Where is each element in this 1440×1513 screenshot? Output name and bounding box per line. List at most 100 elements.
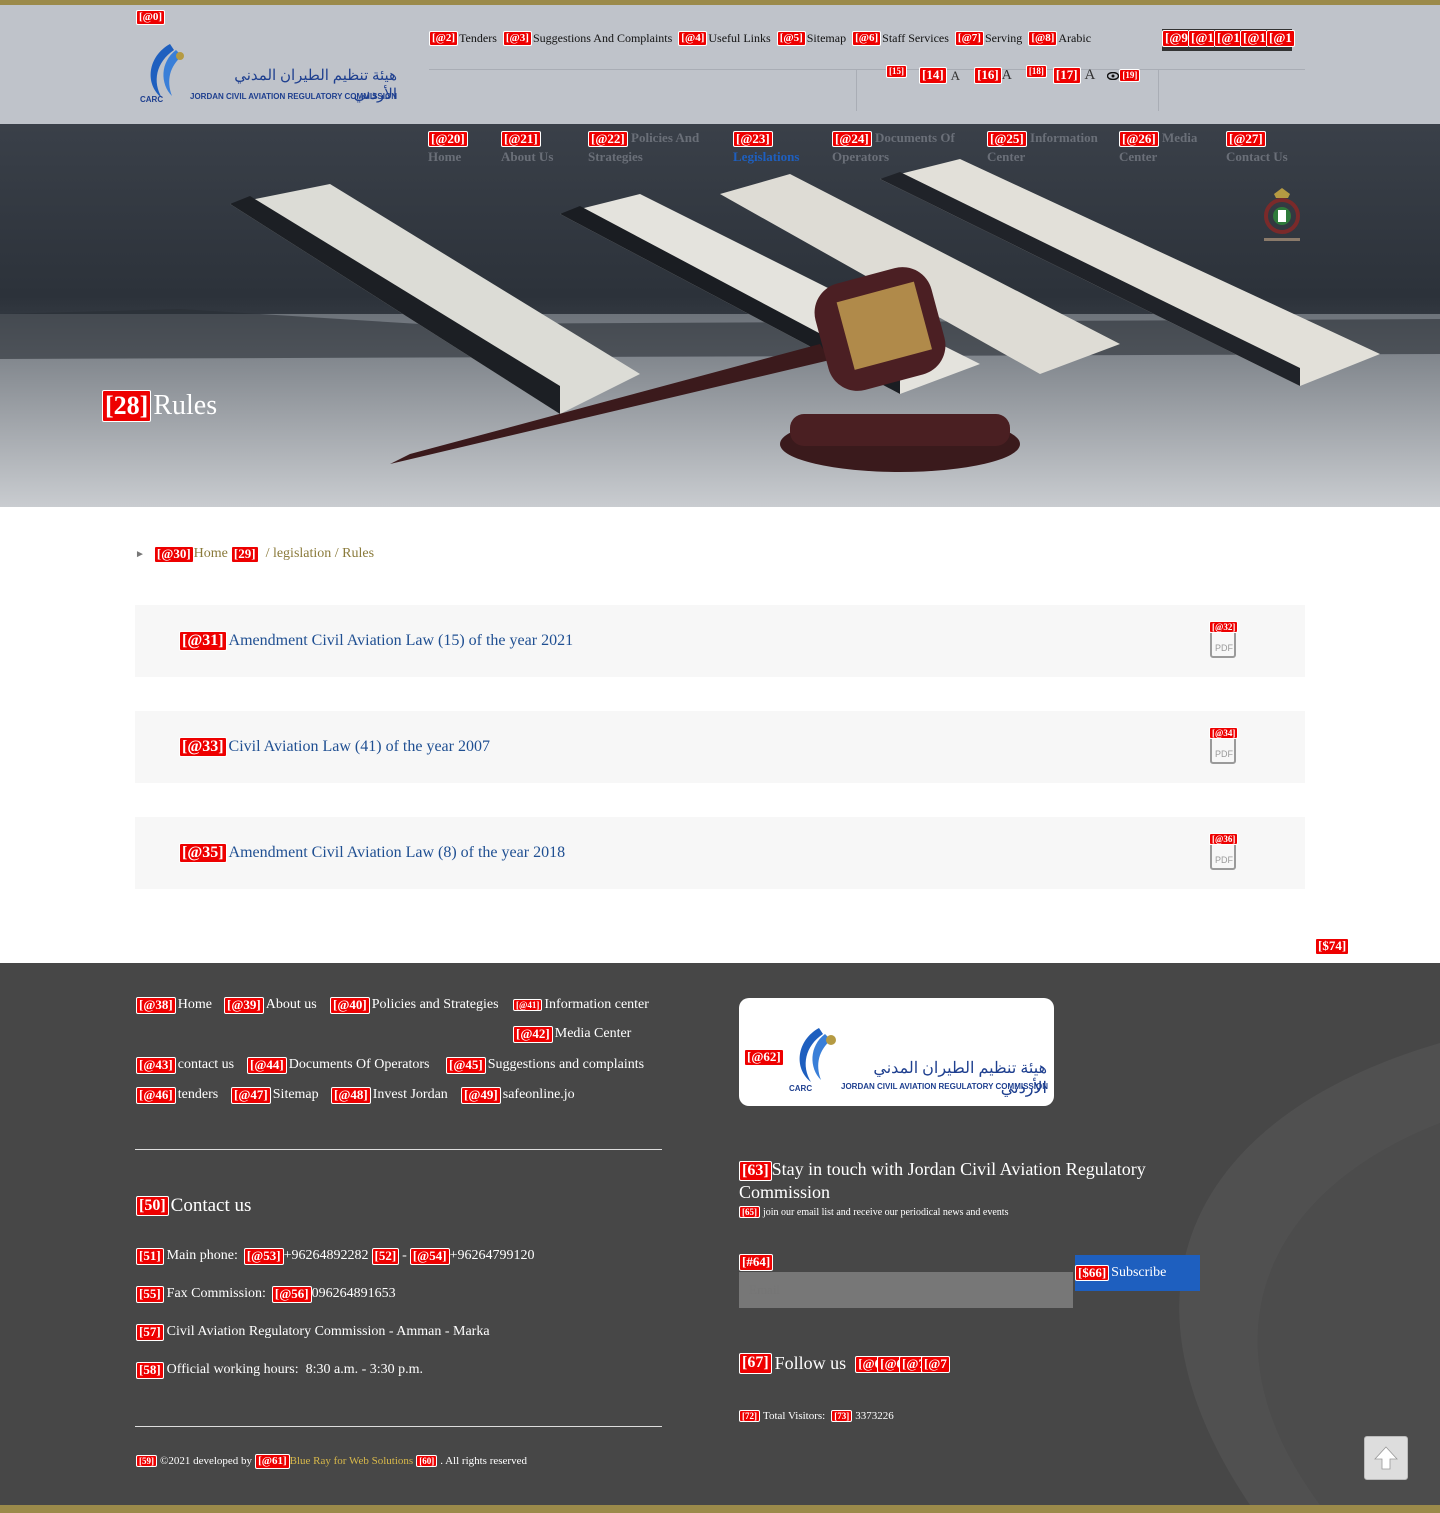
footer-link-safeonline[interactable]: [@49] safeonline.jo [461,1087,575,1104]
accessibility-widget-badge[interactable]: [$74] [1315,938,1350,955]
logo-english-text: JORDAN CIVIL AVIATION REGULATORY COMMISS… [190,92,397,101]
top-link-sitemap[interactable]: [@5] Sitemap [776,31,846,46]
top-link-suggestions[interactable]: [@3] Suggestions And Complaints [502,31,672,46]
scroll-to-top-button[interactable] [1364,1436,1408,1480]
law-link[interactable]: [@31] Amendment Civil Aviation Law (15) o… [179,631,574,652]
footer-link-invest-jordan[interactable]: [@48] Invest Jordan [331,1087,448,1104]
top-link-staff-services[interactable]: [@6] Staff Services [852,31,949,46]
law-title: Amendment Civil Aviation Law (15) of the… [228,632,574,650]
link-label: Staff Services [882,31,949,45]
badge: [@35] [179,843,227,864]
top-link-useful-links[interactable]: [@4] Useful Links [678,31,771,46]
instagram-icon[interactable]: [@1 [1240,29,1269,51]
badge: [@2] [429,31,459,46]
hours-line: [58] Official working hours: 8:30 a.m. -… [136,1362,423,1379]
footer-link-documents[interactable]: [@44] Documents Of Operators [247,1057,430,1074]
badge: [@53] [243,1248,284,1265]
badge: [19] [1119,69,1141,82]
badge: [@39] [224,997,264,1014]
font-increase-button[interactable]: [18] [1025,65,1047,78]
badge: [@48] [331,1087,371,1104]
badge: [@46] [136,1087,176,1104]
phone-link-1[interactable]: [@53] +96264892282 [243,1248,369,1265]
badge: [17] [1052,67,1081,84]
top-link-arabic[interactable]: [@8] Arabic [1028,31,1091,46]
breadcrumb-badge: [29] [230,546,259,563]
nav-documents-operators[interactable]: [@24] Documents Of Operators [832,128,972,166]
fax-link[interactable]: [@56] 096264891653 [271,1286,396,1303]
centennial-emblem [1264,188,1300,241]
phone-link-2[interactable]: [@54] +96264799120 [409,1248,535,1265]
law-item: [@33] Civil Aviation Law (41) of the year… [135,711,1305,783]
eye-contrast-icon[interactable]: [19] [1107,69,1141,82]
breadcrumb-home[interactable]: [@30] Home [153,546,228,563]
footer-link-policies[interactable]: [@40] Policies and Strategies [330,997,499,1014]
newsletter-heading: [63] Stay in touch with Jordan Civil Avia… [739,1158,1199,1204]
badge: [@49] [461,1087,501,1104]
font-large-button[interactable]: [17] A [1052,67,1096,84]
nav-contact-us[interactable]: [@27] Contact Us [1226,128,1306,166]
phone-number: +96264892282 [283,1248,369,1264]
linkedin-icon[interactable]: [@1 [1266,29,1295,51]
footer-link-sitemap[interactable]: [@47] Sitemap [231,1087,319,1104]
footer-link-information-center[interactable]: [@41] Information center [513,997,649,1013]
breadcrumb-trail: / legislation / Rules [265,546,375,562]
pdf-download-icon[interactable]: [@36] PDF [1207,833,1239,873]
youtube-icon[interactable]: [@1 [1214,29,1243,51]
linkedin-icon[interactable]: [@7 [920,1353,950,1374]
badge: [60] [416,1455,438,1468]
badge: [@33] [179,737,227,758]
link-label: Tenders [459,31,497,45]
badge: [@1 [1240,29,1269,47]
nav-policies-strategies[interactable]: [@22] Policies And Strategies [588,128,718,166]
footer-link-media-center[interactable]: [@42] Media Center [513,1026,631,1043]
footer-link-label: Suggestions and complaints [487,1057,645,1073]
badge: [@36] [1209,833,1239,846]
font-small-label: A [950,67,961,83]
developer-link[interactable]: [@61] Blue Ray for Web Solutions [255,1454,413,1469]
facebook-icon[interactable]: [@9] [1162,29,1196,51]
badge: [57] [136,1324,164,1341]
footer-link-label: Policies and Strategies [371,997,499,1013]
badge: [@21] [501,130,541,148]
font-reset-button[interactable]: [15] [886,65,907,78]
follow-us: [67] Follow us [@6 [@6 [@7 [@7 [739,1353,950,1374]
font-small-button[interactable]: [14] A [919,67,960,84]
font-large-label: A [1084,67,1096,83]
developer-name: Blue Ray for Web Solutions [289,1455,414,1468]
main-phone-line: [51] Main phone: [@53] +96264892282 [52] … [136,1248,535,1265]
badge: [@41] [513,998,543,1012]
pdf-download-icon[interactable]: [@32] PDF [1207,621,1239,661]
email-input[interactable] [739,1272,1073,1308]
badge: [@45] [446,1057,486,1074]
subscribe-button[interactable]: [$66] Subscribe [1075,1255,1200,1291]
footer-link-label: About us [265,997,317,1013]
twitter-icon[interactable]: [@1 [1188,29,1217,51]
link-label: Serving [984,31,1023,45]
nav-media-center[interactable]: [@26] Media Center [1119,128,1209,166]
footer-link-contact[interactable]: [@43] contact us [136,1057,234,1074]
footer-logo[interactable]: [@62] هيئة تنظيم الطيران المدني الأردني … [739,998,1054,1106]
footer-link-tenders[interactable]: [@46] tenders [136,1087,218,1104]
law-link[interactable]: [@35] Amendment Civil Aviation Law (8) of… [179,843,565,864]
nav-information-center[interactable]: [@25] Information Center [987,128,1107,166]
contact-heading-text: Contact us [170,1195,252,1216]
badge: [@56] [271,1286,312,1303]
footer-link-label: Documents Of Operators [288,1057,430,1073]
pdf-download-icon[interactable]: [@34] PDF [1207,727,1239,767]
badge: [@1 [1188,29,1217,47]
copyright: [59] ©2021 developed by [@61] Blue Ray fo… [136,1454,527,1469]
footer-link-home[interactable]: [@38] Home [136,997,212,1014]
footer-link-suggestions[interactable]: [@45] Suggestions and complaints [446,1057,644,1074]
badge: [@32] [1209,621,1239,634]
top-link-tenders[interactable]: [@2] Tenders [429,31,497,46]
breadcrumb: ► [@30] Home [29] / legislation / Rules [135,546,374,563]
badge: [58] [136,1362,164,1379]
badge: [@1 [1266,29,1295,47]
footer-link-about[interactable]: [@39] About us [224,997,317,1014]
site-logo[interactable]: هيئة تنظيم الطيران المدني الأردني JORDAN… [140,36,400,106]
font-medium-button[interactable]: [16] A [974,67,1012,84]
badge: [@54] [409,1248,450,1265]
top-link-serving[interactable]: [@7] Serving [954,31,1023,46]
law-link[interactable]: [@33] Civil Aviation Law (41) of the year… [179,737,490,758]
